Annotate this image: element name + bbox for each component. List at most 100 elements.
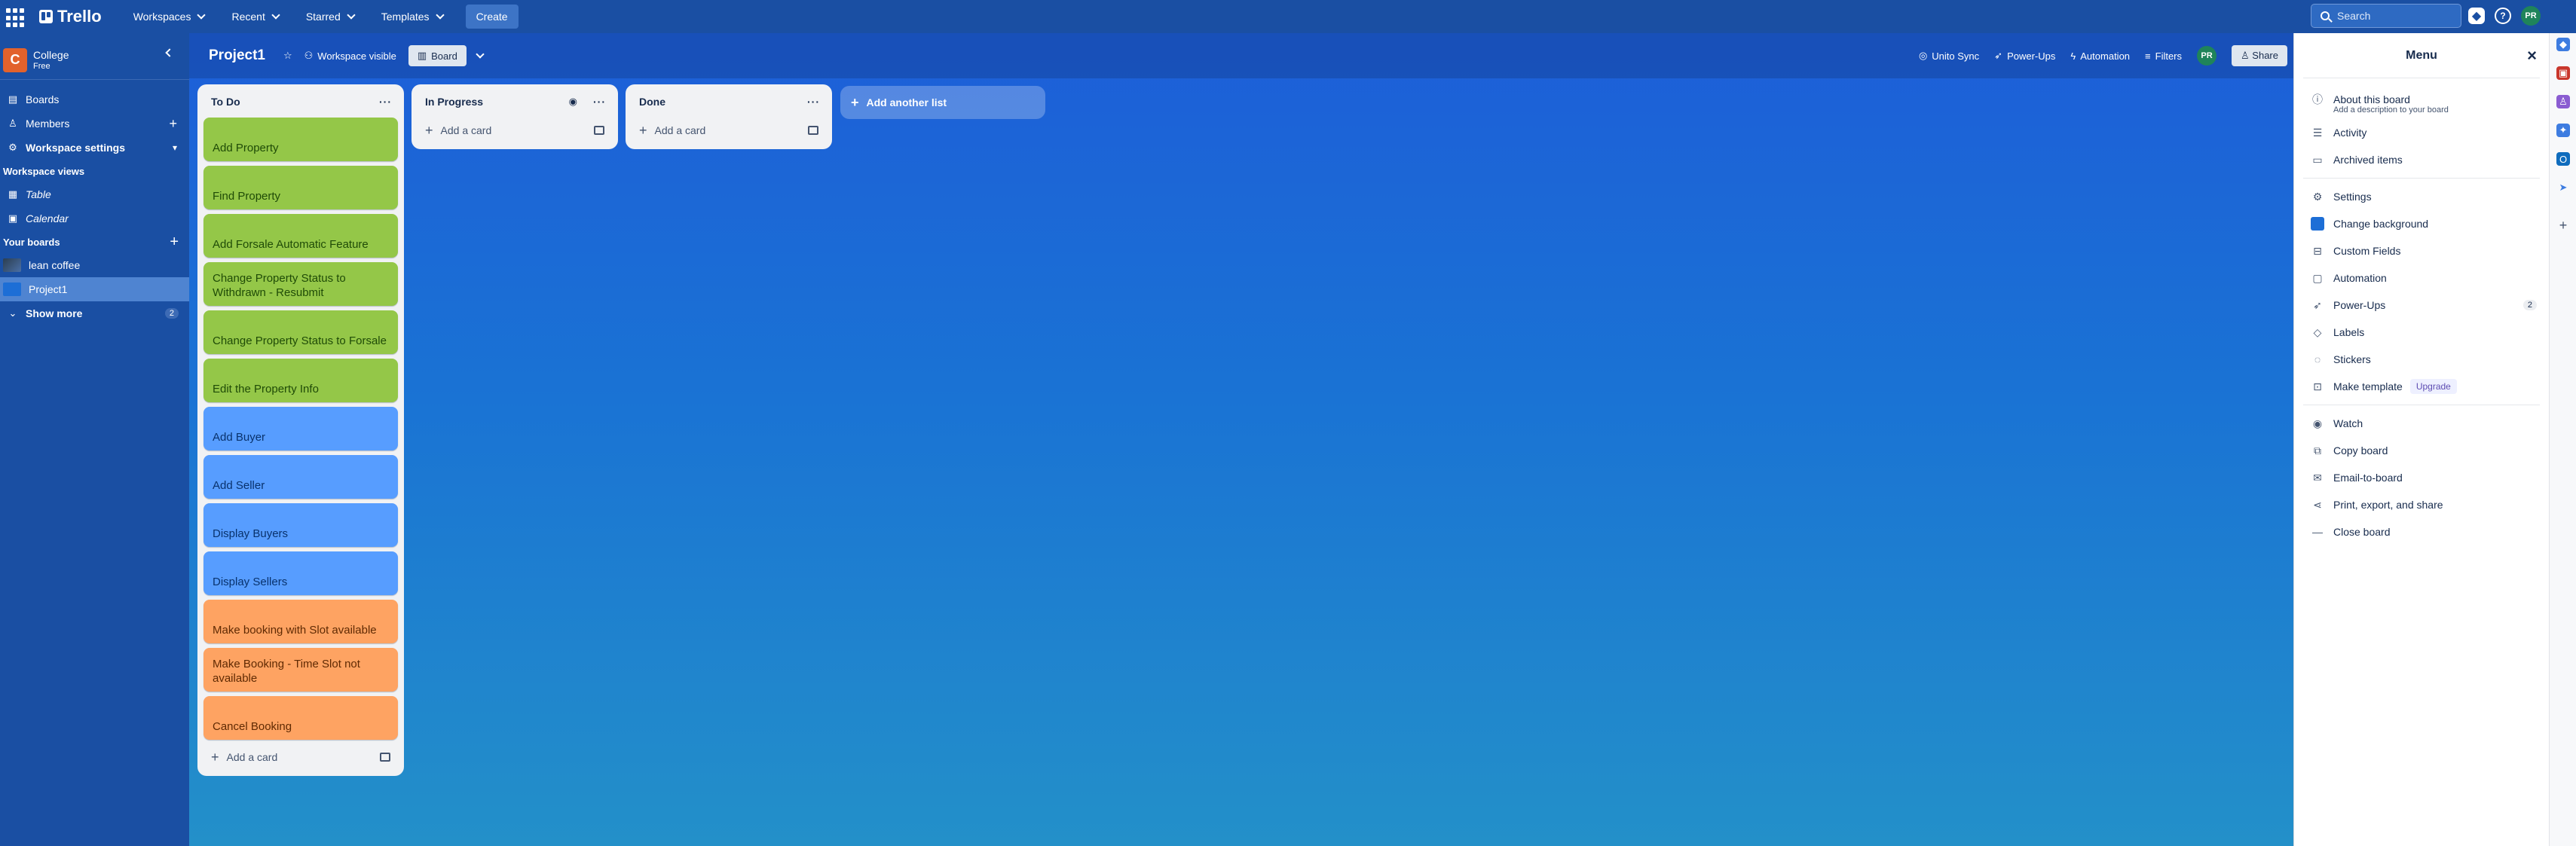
card-template-icon[interactable] — [808, 126, 818, 135]
menu-labels[interactable]: ◇ Labels — [2294, 319, 2549, 346]
share-button[interactable]: ♙ Share — [2232, 45, 2287, 66]
menu-about-board[interactable]: ⓘ About this board — [2294, 86, 2549, 113]
visibility-button[interactable]: ⚇ Workspace visible — [304, 50, 396, 62]
copilot-icon[interactable]: ✦ — [2556, 124, 2570, 137]
outlook-icon[interactable]: O — [2556, 152, 2570, 166]
sticker-icon: ◌ — [2314, 353, 2321, 365]
board-menu-panel: Menu × ⓘ About this board Add a descriptio… — [2293, 33, 2549, 846]
automation-button[interactable]: ϟ Automation — [2070, 50, 2130, 62]
card[interactable]: Find Property — [203, 166, 398, 209]
chevron-down-icon: ⌄ — [8, 307, 17, 319]
list-actions-icon[interactable]: ··· — [593, 96, 606, 108]
card[interactable]: Display Buyers — [203, 503, 398, 547]
close-icon[interactable]: × — [2527, 46, 2537, 66]
star-board-button[interactable]: ☆ — [283, 50, 292, 62]
card-template-icon[interactable] — [380, 753, 390, 762]
menu-custom-fields[interactable]: ⊟ Custom Fields — [2294, 237, 2549, 264]
list-title[interactable]: To Do — [211, 96, 240, 108]
sidebar-board-lean-coffee[interactable]: lean coffee — [0, 253, 189, 277]
starred-menu[interactable]: Starred — [295, 5, 365, 28]
card[interactable]: Change Property Status to Forsale — [203, 310, 398, 354]
recent-menu[interactable]: Recent — [221, 5, 289, 28]
menu-power-ups[interactable]: ➶ Power-Ups 2 — [2294, 292, 2549, 319]
people-icon[interactable]: ♙ — [2556, 95, 2570, 108]
sidebar-item-boards[interactable]: ▤ Boards — [0, 87, 189, 111]
menu-archived-items[interactable]: ▭ Archived items — [2294, 146, 2549, 173]
menu-email-to-board[interactable]: ✉ Email-to-board — [2294, 464, 2549, 491]
search-input[interactable]: Search — [2311, 4, 2461, 28]
menu-item-label: Labels — [2333, 326, 2365, 338]
unito-sync-button[interactable]: ◎ Unito Sync — [1919, 50, 1979, 62]
templates-menu[interactable]: Templates — [371, 5, 454, 28]
card[interactable]: Cancel Booking — [203, 696, 398, 740]
app-switcher-icon[interactable] — [6, 5, 29, 28]
sidebar-board-project1[interactable]: Project1 — [0, 277, 189, 301]
card[interactable]: Change Property Status to Withdrawn - Re… — [203, 262, 398, 306]
menu-automation[interactable]: ▢ Automation — [2294, 264, 2549, 292]
add-card-button[interactable]: + Add a card — [418, 118, 612, 143]
card[interactable]: Edit the Property Info — [203, 359, 398, 402]
add-card-button[interactable]: + Add a card — [203, 744, 398, 770]
menu-activity[interactable]: ☰ Activity — [2294, 119, 2549, 146]
watch-icon[interactable]: ◉ — [569, 96, 577, 108]
card[interactable]: Add Buyer — [203, 407, 398, 450]
board-thumbnail — [3, 258, 21, 272]
workspaces-menu[interactable]: Workspaces — [123, 5, 216, 28]
board-title[interactable]: Project1 — [209, 47, 265, 64]
card-title: Display Sellers — [213, 576, 288, 588]
switch-views-button[interactable] — [474, 50, 485, 59]
menu-watch[interactable]: ◉ Watch — [2294, 410, 2549, 437]
add-another-list-button[interactable]: + Add another list — [840, 86, 1045, 119]
card-template-icon[interactable] — [594, 126, 604, 135]
collapse-sidebar-icon[interactable] — [165, 48, 174, 57]
create-button[interactable]: Create — [465, 5, 519, 29]
user-avatar[interactable]: PR — [2521, 6, 2541, 26]
show-more-button[interactable]: ⌄ Show more 2 — [0, 301, 189, 325]
workspace-logo[interactable]: C — [3, 47, 27, 72]
list-title[interactable]: Done — [639, 96, 665, 108]
card[interactable]: Add Seller — [203, 455, 398, 499]
upgrade-badge[interactable]: Upgrade — [2409, 379, 2457, 394]
power-ups-button[interactable]: ➶ Power-Ups — [1994, 50, 2055, 62]
menu-make-template[interactable]: ⊡ Make template Upgrade — [2294, 373, 2549, 400]
add-icon[interactable]: + — [2556, 218, 2570, 233]
menu-copy-board[interactable]: ⧉ Copy board — [2294, 437, 2549, 464]
sidebar-item-label: Members — [26, 118, 70, 130]
toolbox-icon[interactable]: ▣ — [2556, 66, 2570, 80]
card[interactable]: Display Sellers — [203, 551, 398, 595]
menu-item-label: Close board — [2333, 526, 2391, 538]
sidebar-item-workspace-settings[interactable]: ⚙ Workspace settings ▾ — [0, 136, 189, 160]
add-card-button[interactable]: + Add a card — [632, 118, 826, 143]
list-actions-icon[interactable]: ··· — [379, 96, 392, 108]
add-member-icon[interactable]: + — [169, 116, 177, 132]
board-view-button[interactable]: ▥ Board — [408, 45, 467, 66]
sidebar-item-table[interactable]: ▦ Table — [0, 182, 189, 206]
card[interactable]: Add Property — [203, 118, 398, 161]
filters-button[interactable]: ≡ Filters — [2145, 50, 2182, 62]
member-avatar[interactable]: PR — [2197, 46, 2217, 66]
unito-label: Unito Sync — [1932, 50, 1980, 62]
extension-icon[interactable]: ◆ — [2556, 38, 2570, 51]
help-icon[interactable]: ? — [2495, 8, 2511, 24]
rocket-icon: ➶ — [2313, 298, 2322, 311]
menu-close-board[interactable]: — Close board — [2294, 518, 2549, 545]
list-title[interactable]: In Progress — [425, 96, 483, 108]
filter-icon: ≡ — [2145, 50, 2151, 62]
menu-print-export-share[interactable]: ⋖ Print, export, and share — [2294, 491, 2549, 518]
add-board-icon[interactable]: + — [170, 234, 179, 251]
list-actions-icon[interactable]: ··· — [807, 96, 820, 108]
card[interactable]: Make Booking - Time Slot not available — [203, 648, 398, 692]
menu-settings[interactable]: ⚙ Settings — [2294, 183, 2549, 210]
workspace-name[interactable]: College — [33, 49, 69, 62]
menu-item-label: Email-to-board — [2333, 472, 2403, 484]
sidebar-item-members[interactable]: ♙ Members + — [0, 111, 189, 136]
menu-stickers[interactable]: ◌ Stickers — [2294, 346, 2549, 373]
card[interactable]: Add Forsale Automatic Feature — [203, 214, 398, 258]
send-icon[interactable]: ➤ — [2556, 181, 2570, 194]
notifications-icon[interactable]: ◆ — [2468, 8, 2485, 24]
menu-change-background[interactable]: Change background — [2294, 210, 2549, 237]
card[interactable]: Make booking with Slot available — [203, 600, 398, 643]
sidebar-item-calendar[interactable]: ▣ Calendar — [0, 206, 189, 231]
trello-logo[interactable]: Trello — [39, 7, 102, 26]
list-in-progress: In Progress ◉ ··· + Add a card — [411, 84, 618, 149]
